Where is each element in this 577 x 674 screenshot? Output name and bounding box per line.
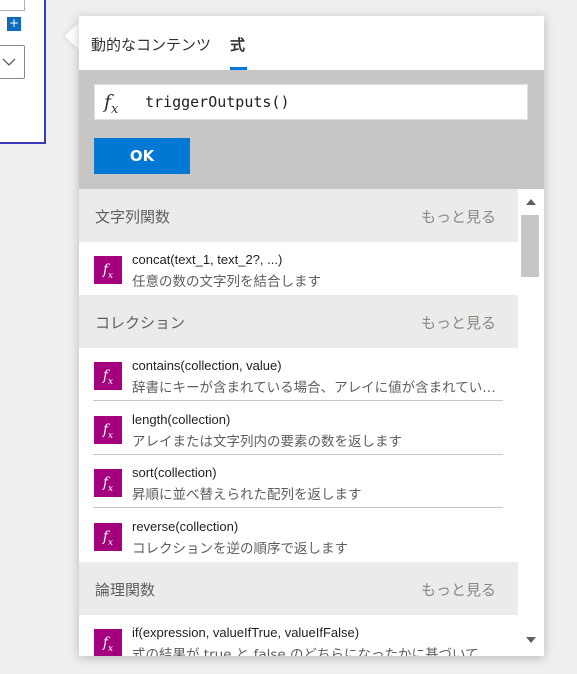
designer-card: + — [0, 0, 46, 144]
tab-expression[interactable]: 式 — [230, 34, 245, 55]
category-label: 論理関数 — [95, 581, 156, 599]
category-label: 文字列関数 — [95, 208, 171, 226]
category-header-collection: コレクション もっと見る — [79, 295, 518, 348]
category-header-string-functions: 文字列関数 もっと見る — [79, 189, 518, 242]
expression-editor-panel: fx triggerOutputs() OK — [79, 70, 544, 189]
function-item-contains[interactable]: fx contains(collection, value) 辞書にキーが含まれ… — [79, 348, 518, 401]
scroll-down-arrow-icon[interactable] — [526, 637, 536, 643]
function-item-length[interactable]: fx length(collection) アレイまたは文字列内の要素の数を返し… — [79, 402, 518, 455]
see-more-link[interactable]: もっと見る — [421, 206, 496, 227]
divider — [93, 400, 503, 401]
scroll-up-arrow-icon[interactable] — [526, 199, 536, 205]
function-icon: fx — [94, 523, 122, 551]
function-icon: fx — [94, 469, 122, 497]
function-icon: fx — [94, 416, 122, 444]
category-header-logical-functions: 論理関数 もっと見る — [79, 562, 518, 615]
function-name: if(expression, valueIfTrue, valueIfFalse… — [132, 625, 360, 640]
function-description: 任意の数の文字列を結合します — [132, 274, 321, 290]
expression-flyout: 動的なコンテンツ 式 fx triggerOutputs() OK 文字列関数 … — [79, 16, 544, 656]
function-item-reverse[interactable]: fx reverse(collection) コレクションを逆の順序で返します — [79, 509, 518, 562]
function-list: 文字列関数 もっと見る fx concat(text_1, text_2?, .… — [79, 189, 518, 656]
function-name: concat(text_1, text_2?, ...) — [132, 252, 283, 267]
function-name: length(collection) — [132, 412, 231, 427]
function-icon: fx — [94, 362, 122, 390]
tab-bar: 動的なコンテンツ 式 — [79, 16, 544, 70]
category-label: コレクション — [95, 314, 186, 332]
function-icon: fx — [94, 629, 122, 656]
function-description: アレイまたは文字列内の要素の数を返します — [132, 434, 402, 450]
function-description: コレクションを逆の順序で返します — [132, 541, 348, 557]
add-icon[interactable]: + — [7, 17, 21, 31]
function-description: 辞書にキーが含まれている場合、アレイに値が含まれている場合、文字列にサブ文字列が… — [132, 380, 507, 396]
expression-text[interactable]: triggerOutputs() — [145, 93, 290, 111]
designer-input[interactable] — [0, 0, 25, 11]
function-name: reverse(collection) — [132, 519, 239, 534]
ok-button[interactable]: OK — [94, 138, 190, 174]
scrollbar-thumb[interactable] — [521, 215, 539, 277]
see-more-link[interactable]: もっと見る — [421, 579, 496, 600]
function-item-concat[interactable]: fx concat(text_1, text_2?, ...) 任意の数の文字列… — [79, 242, 518, 295]
function-item-sort[interactable]: fx sort(collection) 昇順に並べ替えられた配列を返します — [79, 455, 518, 508]
function-name: sort(collection) — [132, 465, 217, 480]
list-scrollbar[interactable] — [518, 189, 544, 656]
function-icon: fx — [94, 256, 122, 284]
function-description: 昇順に並べ替えられた配列を返します — [132, 487, 362, 503]
divider — [93, 507, 503, 508]
tab-dynamic-content[interactable]: 動的なコンテンツ — [91, 34, 211, 55]
chevron-down-icon — [2, 58, 16, 66]
expression-input[interactable]: fx triggerOutputs() — [94, 84, 528, 120]
see-more-link[interactable]: もっと見る — [421, 312, 496, 333]
function-description: 式の結果が true と false のどちらになったかに基づいて、指定された値… — [132, 647, 507, 656]
function-name: contains(collection, value) — [132, 358, 282, 373]
function-item-if[interactable]: fx if(expression, valueIfTrue, valueIfFa… — [79, 615, 518, 656]
function-icon: fx — [104, 91, 119, 117]
designer-dropdown[interactable] — [0, 45, 25, 79]
